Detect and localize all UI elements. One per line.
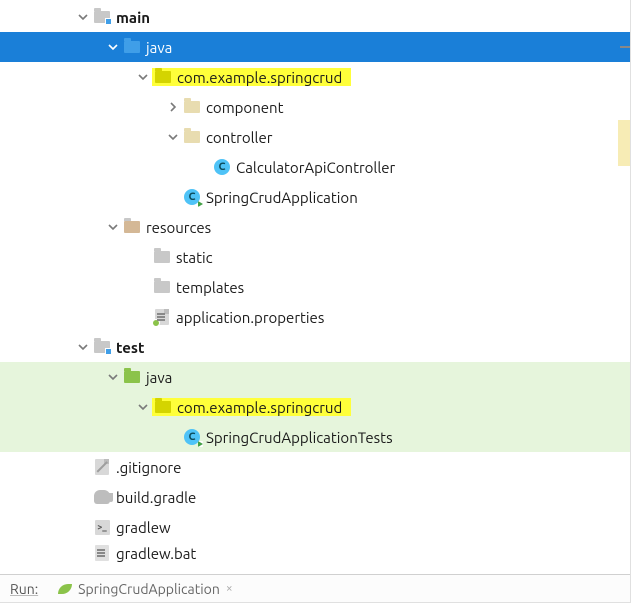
tree-label: CalculatorApiController — [236, 159, 403, 176]
run-tab-name[interactable]: SpringCrudApplication — [78, 581, 220, 597]
tree-label: application.properties — [176, 309, 332, 326]
tree-label: static — [176, 249, 221, 266]
tree-node-test-java[interactable]: java — [0, 362, 630, 392]
tree-label: com.example.springcrud — [177, 69, 350, 86]
tree-label: SpringCrudApplication — [206, 189, 366, 206]
tree-node-package-main[interactable]: com.example.springcrud — [0, 62, 630, 92]
package-icon — [182, 128, 202, 146]
tree-node-gitignore[interactable]: .gitignore — [0, 452, 630, 482]
chevron-down-icon[interactable] — [74, 338, 92, 356]
tree-label: SpringCrudApplicationTests — [206, 429, 401, 446]
chevron-down-icon[interactable] — [74, 8, 92, 26]
chevron-right-icon[interactable] — [164, 98, 182, 116]
chevron-down-icon[interactable] — [134, 398, 152, 416]
tree-node-calculator-controller[interactable]: C CalculatorApiController — [0, 152, 630, 182]
gradle-icon — [92, 488, 112, 506]
tree-node-resources[interactable]: resources — [0, 212, 630, 242]
runnable-class-icon: C — [182, 188, 202, 206]
package-icon — [153, 398, 173, 416]
tree-label: controller — [206, 129, 280, 146]
folder-icon — [92, 8, 112, 26]
batch-file-icon — [92, 544, 112, 562]
tree-node-component[interactable]: component — [0, 92, 630, 122]
java-class-icon: C — [212, 158, 232, 176]
tree-label: main — [116, 9, 158, 26]
tree-label: gradlew — [116, 519, 179, 536]
chevron-down-icon[interactable] — [164, 128, 182, 146]
tree-node-app-properties[interactable]: application.properties — [0, 302, 630, 332]
tree-label: java — [146, 39, 180, 56]
tree-node-spring-crud-app[interactable]: C SpringCrudApplication — [0, 182, 630, 212]
tree-node-templates[interactable]: templates — [0, 272, 630, 302]
tree-node-controller[interactable]: controller — [0, 122, 630, 152]
tree-node-static[interactable]: static — [0, 242, 630, 272]
gitignore-file-icon — [92, 458, 112, 476]
resources-folder-icon — [122, 218, 142, 236]
tree-label: test — [116, 339, 152, 356]
tree-label: build.gradle — [116, 489, 204, 506]
folder-icon — [152, 278, 172, 296]
package-icon — [153, 68, 173, 86]
tree-node-package-test[interactable]: com.example.springcrud — [0, 392, 630, 422]
spring-leaf-icon — [58, 584, 72, 594]
tree-label: gradlew.bat — [116, 545, 204, 562]
runnable-class-icon: C — [182, 428, 202, 446]
folder-icon — [152, 248, 172, 266]
tree-node-build-gradle[interactable]: build.gradle — [0, 482, 630, 512]
tree-node-gradlew-bat[interactable]: gradlew.bat — [0, 542, 630, 564]
tree-node-spring-crud-tests[interactable]: C SpringCrudApplicationTests — [0, 422, 630, 452]
project-tree[interactable]: main java com.example.springcrud compone… — [0, 0, 630, 564]
test-source-folder-icon — [122, 368, 142, 386]
scrollbar-marker-strip[interactable] — [618, 0, 630, 602]
chevron-down-icon[interactable] — [104, 368, 122, 386]
chevron-down-icon[interactable] — [104, 218, 122, 236]
tree-node-main[interactable]: main — [0, 2, 630, 32]
tree-node-gradlew[interactable]: >_ gradlew — [0, 512, 630, 542]
shell-file-icon: >_ — [92, 518, 112, 536]
chevron-down-icon[interactable] — [134, 68, 152, 86]
tree-label: java — [146, 369, 180, 386]
chevron-down-icon[interactable] — [104, 38, 122, 56]
tree-label: com.example.springcrud — [177, 399, 350, 416]
properties-file-icon — [152, 308, 172, 326]
package-icon — [182, 98, 202, 116]
tree-node-test[interactable]: test — [0, 332, 630, 362]
tree-label: resources — [146, 219, 219, 236]
run-label: Run: — [10, 581, 38, 597]
run-tool-window-bar[interactable]: Run: SpringCrudApplication × — [0, 574, 630, 602]
folder-icon — [92, 338, 112, 356]
tree-node-java[interactable]: java — [0, 32, 630, 62]
tree-label: .gitignore — [116, 459, 189, 476]
tree-label: component — [206, 99, 292, 116]
tree-label: templates — [176, 279, 252, 296]
close-icon[interactable]: × — [226, 582, 233, 595]
source-folder-icon — [122, 38, 142, 56]
